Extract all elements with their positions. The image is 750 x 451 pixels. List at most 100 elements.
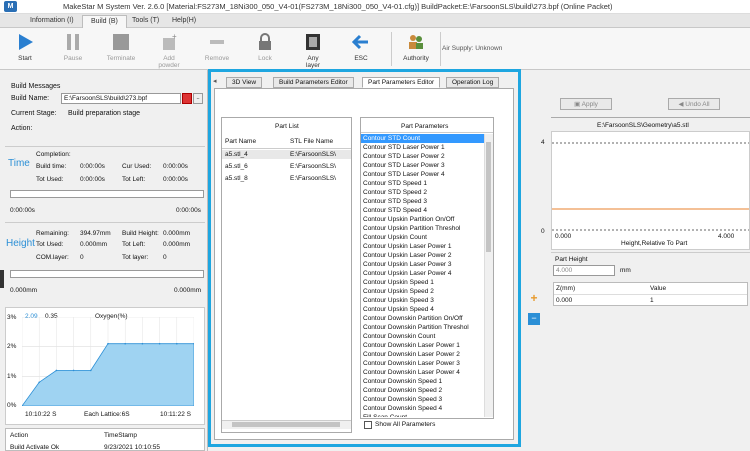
completion-label: Completion: <box>36 151 71 158</box>
apply-label: Apply <box>581 101 598 108</box>
oxygen-chart-plot <box>22 317 194 406</box>
cur-used-label: Cur Used: <box>122 163 152 170</box>
oxygen-ytick: 2% <box>7 343 17 350</box>
film-icon <box>306 34 320 50</box>
lock-icon <box>259 33 271 50</box>
app-logo: M <box>4 1 17 12</box>
oxygen-data-point <box>158 342 161 345</box>
panel-edge-handle[interactable] <box>0 270 4 288</box>
pause-button[interactable]: Pause <box>49 30 97 68</box>
oxygen-x-end: 10:11:22 S <box>160 411 191 418</box>
z-cell[interactable]: 0.000 <box>556 297 572 304</box>
any-layer-label: Any layer <box>305 55 321 69</box>
height-bar-start: 0.000mm <box>10 287 38 294</box>
authority-button[interactable]: Authority <box>392 30 440 68</box>
remaining-label: Remaining: <box>36 230 69 237</box>
start-label: Start <box>18 55 32 62</box>
window-title: MakeStar M System Ver. 2.6.0 [Material:F… <box>63 2 613 11</box>
highlight-frame <box>208 69 521 447</box>
build-name-label: Build Name: <box>11 95 50 102</box>
value-col-header: Value <box>650 285 667 292</box>
build-time-value: 0:00:00s <box>80 163 105 170</box>
com-layer-value: 0 <box>80 254 84 261</box>
build-height-label: Build Height: <box>122 230 159 237</box>
time-progress-bar <box>10 190 204 198</box>
part-height-field[interactable]: 4.000 <box>553 265 615 276</box>
com-layer-label: COM.layer: <box>36 254 69 261</box>
tot-left-label: Tot Left: <box>122 176 146 183</box>
pause-label: Pause <box>63 55 83 62</box>
browse-button[interactable]: .. <box>193 93 203 104</box>
time-bar-start: 0:00:00s <box>10 207 35 214</box>
height-bar-end: 0.000mm <box>174 287 202 294</box>
menu-tools[interactable]: Tools (T) <box>124 15 167 28</box>
lock-label: Lock <box>258 55 272 62</box>
height-chart-plot <box>552 142 749 231</box>
undo-all-button[interactable]: ◀ Undo All <box>668 98 720 110</box>
height-tot-left-label: Tot Left: <box>122 241 146 248</box>
air-supply-status: Air Supply: Unknown <box>442 45 503 52</box>
part-height-unit: mm <box>620 267 631 274</box>
oxygen-data-point <box>55 369 58 372</box>
title-bar: M MakeStar M System Ver. 2.6.0 [Material… <box>0 0 750 14</box>
oxygen-lattice: Each Lattice:6S <box>84 411 130 418</box>
oxygen-data-point <box>176 342 178 345</box>
height-section-label: Height <box>6 238 35 249</box>
height-progress-bar <box>10 270 204 278</box>
remove-icon <box>210 40 224 44</box>
add-powder-button[interactable]: + Add powder <box>145 30 193 69</box>
timestamp-col-header: TimeStamp <box>104 432 137 439</box>
play-icon <box>19 34 33 50</box>
oxygen-area-series <box>22 343 194 406</box>
value-cell[interactable]: 1 <box>650 297 654 304</box>
remove-row-icon[interactable]: − <box>528 313 540 325</box>
pause-icon <box>67 34 79 50</box>
tot-layer-value: 0 <box>163 254 167 261</box>
height-tot-left-value: 0.000mm <box>163 241 191 248</box>
tot-used-label: Tot Used: <box>36 176 64 183</box>
time-section-label: Time <box>8 158 30 169</box>
divider <box>554 294 747 295</box>
oxygen-ytick: 0% <box>7 402 17 409</box>
authority-label: Authority <box>403 55 429 62</box>
menu-help[interactable]: Help(H) <box>164 15 204 28</box>
tot-left-value: 0:00:00s <box>163 176 188 183</box>
lock-button[interactable]: Lock <box>241 30 289 68</box>
height-tot-used-value: 0.000mm <box>80 241 108 248</box>
remove-label: Remove <box>204 55 230 62</box>
menu-build[interactable]: Build (B) <box>82 15 127 28</box>
terminate-label: Terminate <box>106 55 136 62</box>
divider <box>551 252 750 253</box>
oxygen-x-start: 10:10:22 S <box>25 411 57 418</box>
oxygen-data-point <box>90 369 92 372</box>
height-tot-used-label: Tot Used: <box>36 241 64 248</box>
pdf-icon[interactable] <box>182 93 192 104</box>
toolbar-divider <box>440 32 441 66</box>
svg-text:+: + <box>172 32 177 41</box>
any-layer-button[interactable]: Any layer <box>289 30 337 69</box>
terminate-button[interactable]: Terminate <box>97 30 145 68</box>
cur-used-value: 0:00:00s <box>163 163 188 170</box>
part-height-label: Part Height <box>555 256 588 263</box>
remove-button[interactable]: Remove <box>193 30 241 68</box>
oxygen-ytick: 3% <box>7 314 17 321</box>
divider <box>5 222 205 223</box>
add-row-icon[interactable]: + <box>528 292 540 305</box>
menu-information[interactable]: Information (I) <box>22 15 82 28</box>
tot-used-value: 0:00:00s <box>80 176 105 183</box>
esc-button[interactable]: ESC <box>337 30 385 68</box>
oxygen-data-point <box>124 342 126 345</box>
geometry-path: E:\FarsoonSLS\Geometry\a5.stl <box>597 122 689 129</box>
height-chart-ymin: 0 <box>541 228 545 235</box>
oxygen-ytick: 1% <box>7 373 17 380</box>
save-icon: ▣ <box>574 101 582 108</box>
oxygen-data-point <box>141 342 144 345</box>
remaining-value: 394.97mm <box>80 230 111 237</box>
apply-button[interactable]: ▣ Apply <box>560 98 612 110</box>
toolbar: Start Pause Terminate + Add powder Remov… <box>0 28 750 70</box>
add-powder-icon: + <box>163 32 177 50</box>
start-button[interactable]: Start <box>1 30 49 68</box>
build-name-field[interactable]: E:\FarsoonSLS\build\273.bpf <box>61 93 181 104</box>
divider <box>5 146 205 147</box>
undo-all-label: Undo All <box>685 101 710 108</box>
